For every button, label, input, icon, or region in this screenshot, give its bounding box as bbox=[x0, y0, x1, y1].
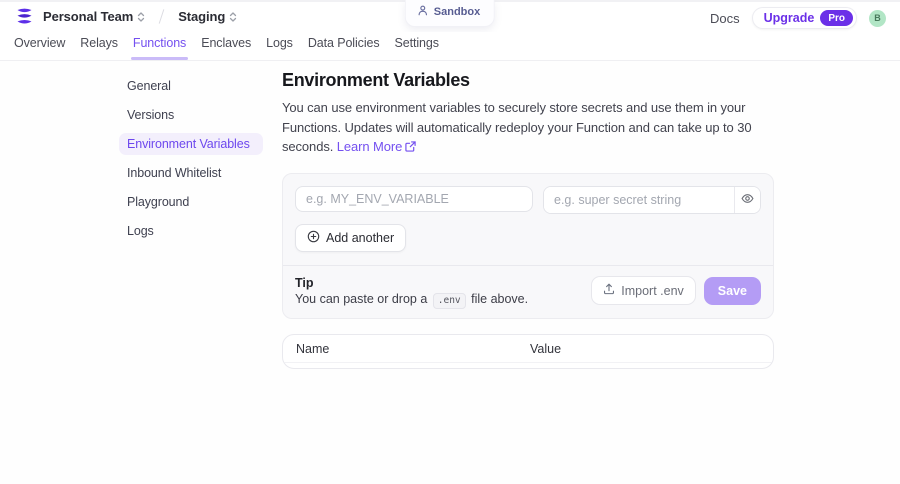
page-title: Environment Variables bbox=[282, 70, 774, 91]
tip-title: Tip bbox=[295, 276, 528, 290]
settings-sidebar: General Versions Environment Variables I… bbox=[119, 75, 263, 249]
pro-badge: Pro bbox=[820, 10, 853, 26]
eye-icon bbox=[741, 192, 754, 208]
sandbox-badge[interactable]: Sandbox bbox=[405, 0, 495, 27]
env-value-input[interactable] bbox=[544, 187, 734, 213]
chevron-updown-icon bbox=[229, 11, 237, 23]
upgrade-label: Upgrade bbox=[764, 11, 815, 25]
env-variables-table: Name Value bbox=[282, 334, 774, 369]
primary-nav: Overview Relays Functions Enclaves Logs … bbox=[0, 32, 900, 61]
add-another-label: Add another bbox=[326, 231, 394, 245]
env-name-input[interactable] bbox=[295, 186, 533, 212]
page-description: You can use environment variables to sec… bbox=[282, 98, 774, 158]
add-another-button[interactable]: Add another bbox=[295, 224, 406, 252]
tip-row: Tip You can paste or drop a .env file ab… bbox=[295, 276, 761, 306]
tip-actions: Import .env Save bbox=[591, 276, 761, 305]
evervault-logo-icon[interactable] bbox=[14, 6, 35, 27]
env-variables-form-card: Add another Tip You can paste or drop a … bbox=[282, 173, 774, 319]
tab-settings[interactable]: Settings bbox=[395, 36, 439, 60]
learn-more-link[interactable]: Learn More bbox=[337, 139, 416, 154]
env-file-chip: .env bbox=[433, 293, 466, 309]
app-window: Personal Team Staging bbox=[0, 0, 900, 484]
tip-text-after: file above. bbox=[468, 292, 528, 306]
upload-icon bbox=[603, 283, 615, 298]
toggle-visibility-button[interactable] bbox=[734, 187, 760, 213]
tab-functions[interactable]: Functions bbox=[133, 36, 186, 60]
tip-text-before: You can paste or drop a bbox=[295, 292, 431, 306]
env-variable-row bbox=[295, 186, 761, 214]
import-env-button[interactable]: Import .env bbox=[591, 276, 696, 305]
top-bar: Personal Team Staging bbox=[0, 2, 900, 32]
workspace-controls: Personal Team Staging bbox=[14, 6, 237, 27]
tab-overview[interactable]: Overview bbox=[14, 36, 65, 60]
team-switcher[interactable]: Personal Team bbox=[43, 9, 145, 24]
environment-name: Staging bbox=[178, 9, 225, 24]
sandbox-label: Sandbox bbox=[434, 6, 480, 18]
tab-relays[interactable]: Relays bbox=[80, 36, 118, 60]
avatar[interactable]: B bbox=[869, 10, 886, 27]
sidebar-item-environment-variables[interactable]: Environment Variables bbox=[119, 133, 263, 155]
environment-switcher[interactable]: Staging bbox=[178, 9, 237, 24]
import-env-label: Import .env bbox=[621, 284, 684, 298]
table-header-row: Name Value bbox=[283, 335, 773, 363]
table-empty-space bbox=[283, 363, 773, 368]
sidebar-item-general[interactable]: General bbox=[119, 75, 263, 97]
column-header-value: Value bbox=[530, 342, 561, 356]
account-controls: Docs Upgrade Pro B bbox=[710, 7, 886, 29]
learn-more-label: Learn More bbox=[337, 139, 402, 154]
chevron-updown-icon bbox=[137, 11, 145, 23]
column-header-name: Name bbox=[296, 342, 530, 356]
tip-text: You can paste or drop a .env file above. bbox=[295, 292, 528, 306]
tip-block: Tip You can paste or drop a .env file ab… bbox=[295, 276, 528, 306]
sidebar-item-inbound-whitelist[interactable]: Inbound Whitelist bbox=[119, 162, 263, 184]
breadcrumb-divider bbox=[159, 9, 165, 24]
env-value-group bbox=[543, 186, 761, 214]
external-link-icon bbox=[405, 138, 416, 158]
upgrade-button[interactable]: Upgrade Pro bbox=[752, 7, 857, 29]
docs-link[interactable]: Docs bbox=[710, 11, 740, 26]
tab-logs[interactable]: Logs bbox=[266, 36, 293, 60]
sidebar-item-logs[interactable]: Logs bbox=[119, 220, 263, 242]
sidebar-item-playground[interactable]: Playground bbox=[119, 191, 263, 213]
plus-circle-icon bbox=[307, 230, 320, 246]
team-name: Personal Team bbox=[43, 9, 133, 24]
main-content: Environment Variables You can use enviro… bbox=[282, 70, 774, 369]
person-icon bbox=[418, 3, 428, 21]
tab-enclaves[interactable]: Enclaves bbox=[201, 36, 251, 60]
save-button[interactable]: Save bbox=[704, 277, 761, 305]
sidebar-item-versions[interactable]: Versions bbox=[119, 104, 263, 126]
tab-data-policies[interactable]: Data Policies bbox=[308, 36, 380, 60]
card-divider bbox=[283, 265, 773, 266]
